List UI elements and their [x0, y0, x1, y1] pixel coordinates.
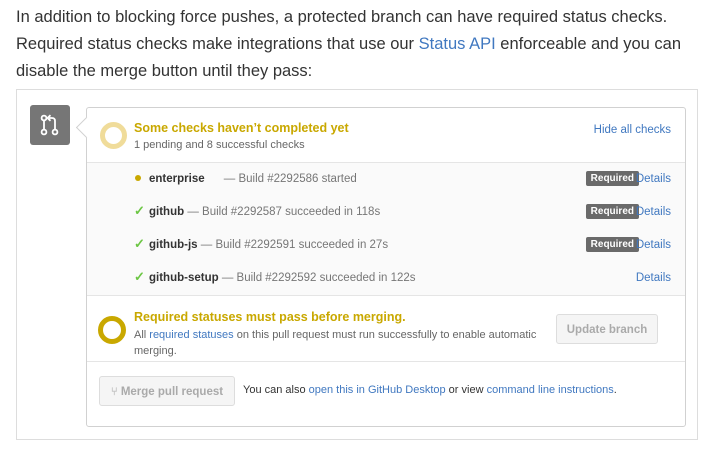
required-badge: Required [585, 237, 639, 252]
check-name: github-js [149, 239, 198, 251]
checks-title: Some checks haven’t completed yet [134, 121, 349, 135]
check-description: — Build #2292592 succeeded in 122s [221, 272, 416, 284]
screenshot-frame: Some checks haven’t completed yet 1 pend… [16, 89, 698, 440]
merge-button-label: Merge pull request [120, 386, 224, 398]
merge-panel: Some checks haven’t completed yet 1 pend… [86, 107, 686, 427]
details-link[interactable]: Details [636, 206, 671, 218]
pending-ring-icon [98, 316, 126, 344]
merge-alternatives-text: You can also open this in GitHub Desktop… [243, 384, 617, 396]
intro-line-3: disable the merge button until they pass… [16, 62, 313, 80]
intro-line-2-post: enforceable and you can [495, 35, 681, 53]
check-row-github-setup: ✓ github-setup — Build #2292592 succeede… [87, 262, 685, 295]
details-link[interactable]: Details [636, 239, 671, 251]
status-api-link[interactable]: Status API [419, 35, 496, 53]
check-name: github [149, 206, 185, 218]
merge-status-section: Required statuses must pass before mergi… [87, 296, 685, 362]
merge-section: ⑂ Merge pull request You can also open th… [87, 362, 685, 426]
checks-list: enterprise — Build #2292586 started Requ… [87, 163, 685, 296]
intro-line-2-pre: Required status checks make integrations… [16, 35, 419, 53]
open-in-desktop-link[interactable]: open this in GitHub Desktop [309, 384, 446, 396]
update-branch-button[interactable]: Update branch [556, 314, 658, 344]
git-merge-icon: ⑂ [110, 386, 118, 398]
check-row-enterprise: enterprise — Build #2292586 started Requ… [87, 163, 685, 196]
hide-all-checks-link[interactable]: Hide all checks [594, 124, 671, 136]
check-name: enterprise [149, 173, 205, 185]
required-badge: Required [585, 171, 639, 186]
check-icon: ✓ [134, 236, 145, 251]
check-icon: ✓ [134, 269, 145, 284]
intro-line-1: In addition to blocking force pushes, a … [16, 8, 668, 26]
check-description: — Build #2292591 succeeded in 27s [200, 239, 389, 251]
check-name: github-setup [149, 272, 219, 284]
checks-header: Some checks haven’t completed yet 1 pend… [87, 108, 685, 163]
merge-status-title: Required statuses must pass before mergi… [134, 310, 406, 324]
checks-summary: 1 pending and 8 successful checks [134, 139, 305, 151]
check-icon: ✓ [134, 203, 145, 218]
merge-status-text: All required statuses on this pull reque… [134, 329, 537, 357]
required-statuses-link[interactable]: required statuses [149, 329, 233, 341]
check-row-github-js: ✓ github-js — Build #2292591 succeeded i… [87, 229, 685, 262]
check-description: — Build #2292586 started [223, 173, 357, 185]
intro-paragraph: In addition to blocking force pushes, a … [16, 4, 706, 85]
command-line-instructions-link[interactable]: command line instructions [487, 384, 614, 396]
pending-dot-icon [134, 173, 144, 183]
required-badge: Required [585, 204, 639, 219]
pending-ring-icon [100, 122, 127, 149]
check-row-github: ✓ github — Build #2292587 succeeded in 1… [87, 196, 685, 229]
merge-pull-request-button[interactable]: ⑂ Merge pull request [99, 376, 235, 406]
git-pull-request-icon [30, 105, 70, 145]
check-description: — Build #2292587 succeeded in 118s [187, 206, 381, 218]
details-link[interactable]: Details [636, 173, 671, 185]
details-link[interactable]: Details [636, 272, 671, 284]
